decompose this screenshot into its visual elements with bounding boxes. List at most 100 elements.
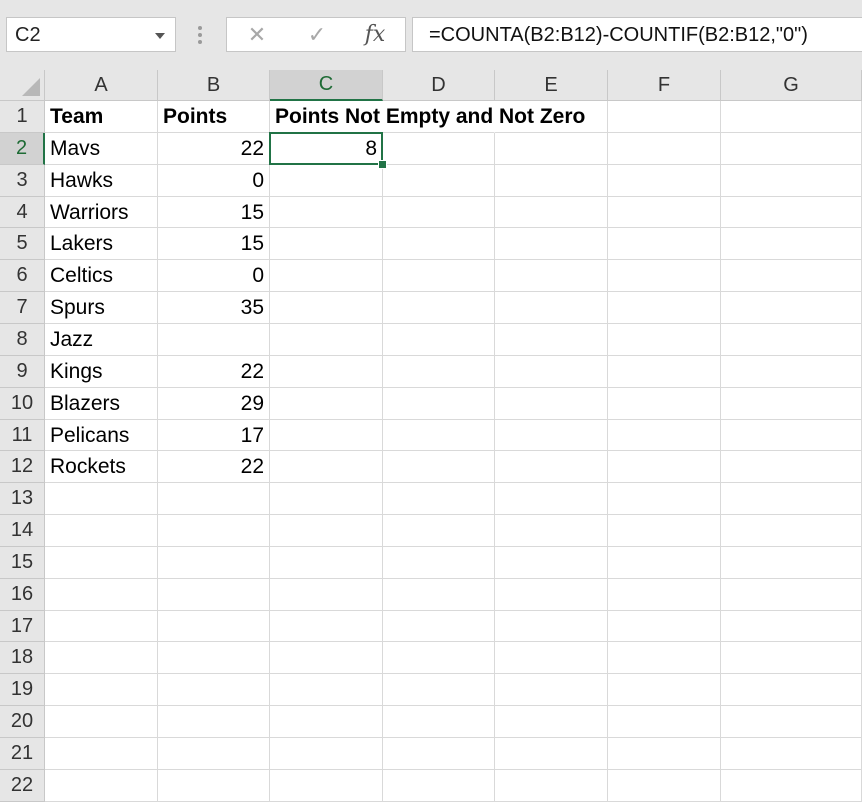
cell-e20[interactable] [495,706,608,738]
cell-f5[interactable] [608,228,721,260]
cell-g5[interactable] [721,228,862,260]
cell-b20[interactable] [158,706,270,738]
row-header-9[interactable]: 9 [0,356,45,388]
cell-c3[interactable] [270,165,383,197]
cell-b12[interactable]: 22 [158,451,270,483]
cell-b18[interactable] [158,642,270,674]
cell-f4[interactable] [608,197,721,228]
cell-c9[interactable] [270,356,383,388]
cell-d14[interactable] [383,515,495,547]
cell-e2[interactable] [495,133,608,165]
insert-function-button[interactable]: fx [353,18,397,51]
cell-c13[interactable] [270,483,383,515]
cell-g7[interactable] [721,292,862,324]
cell-c15[interactable] [270,547,383,579]
cell-b6[interactable]: 0 [158,260,270,292]
cell-b9[interactable]: 22 [158,356,270,388]
cell-g18[interactable] [721,642,862,674]
cell-b8[interactable] [158,324,270,356]
cell-c17[interactable] [270,611,383,642]
row-header-1[interactable]: 1 [0,101,45,133]
cell-d7[interactable] [383,292,495,324]
cell-d13[interactable] [383,483,495,515]
cell-d17[interactable] [383,611,495,642]
cell-c22[interactable] [270,770,383,802]
cell-g20[interactable] [721,706,862,738]
cell-g17[interactable] [721,611,862,642]
cell-c1[interactable]: Points Not Empty and Not Zero [270,101,585,133]
cell-b4[interactable]: 15 [158,197,270,228]
cell-f19[interactable] [608,674,721,706]
cell-e9[interactable] [495,356,608,388]
cell-b17[interactable] [158,611,270,642]
cell-a21[interactable] [45,738,158,770]
cell-b19[interactable] [158,674,270,706]
cell-f2[interactable] [608,133,721,165]
cell-e14[interactable] [495,515,608,547]
cell-a14[interactable] [45,515,158,547]
row-header-13[interactable]: 13 [0,483,45,515]
cell-f10[interactable] [608,388,721,420]
cell-f15[interactable] [608,547,721,579]
row-header-17[interactable]: 17 [0,611,45,642]
cell-e15[interactable] [495,547,608,579]
cell-g21[interactable] [721,738,862,770]
cell-c19[interactable] [270,674,383,706]
cell-e11[interactable] [495,420,608,451]
cell-b11[interactable]: 17 [158,420,270,451]
cell-f22[interactable] [608,770,721,802]
cell-a18[interactable] [45,642,158,674]
cell-a8[interactable]: Jazz [45,324,158,356]
cell-d6[interactable] [383,260,495,292]
column-header-g[interactable]: G [721,70,862,101]
row-header-11[interactable]: 11 [0,420,45,451]
cell-g16[interactable] [721,579,862,611]
formula-input[interactable]: =COUNTA(B2:B12)-COUNTIF(B2:B12,"0") [412,17,862,52]
row-header-5[interactable]: 5 [0,228,45,260]
cell-c5[interactable] [270,228,383,260]
cell-g4[interactable] [721,197,862,228]
cell-c14[interactable] [270,515,383,547]
cell-g10[interactable] [721,388,862,420]
row-header-20[interactable]: 20 [0,706,45,738]
cell-b16[interactable] [158,579,270,611]
cell-d19[interactable] [383,674,495,706]
cell-a4[interactable]: Warriors [45,197,158,228]
cell-a16[interactable] [45,579,158,611]
cell-f13[interactable] [608,483,721,515]
cell-d21[interactable] [383,738,495,770]
cell-c4[interactable] [270,197,383,228]
cell-a22[interactable] [45,770,158,802]
fill-handle[interactable] [378,160,387,169]
cell-c2[interactable]: 8 [270,133,383,165]
row-header-3[interactable]: 3 [0,165,45,197]
cell-b1[interactable]: Points [158,101,270,133]
cell-d8[interactable] [383,324,495,356]
cell-b14[interactable] [158,515,270,547]
cell-c16[interactable] [270,579,383,611]
row-header-2[interactable]: 2 [0,133,45,165]
cell-e3[interactable] [495,165,608,197]
cell-b7[interactable]: 35 [158,292,270,324]
cell-e13[interactable] [495,483,608,515]
cell-f7[interactable] [608,292,721,324]
cell-d9[interactable] [383,356,495,388]
cell-g13[interactable] [721,483,862,515]
cell-b21[interactable] [158,738,270,770]
enter-button[interactable]: ✓ [295,18,339,51]
cell-f14[interactable] [608,515,721,547]
row-header-14[interactable]: 14 [0,515,45,547]
cell-a20[interactable] [45,706,158,738]
name-box[interactable]: C2 [6,17,176,52]
column-header-c[interactable]: C [270,70,383,101]
cell-f20[interactable] [608,706,721,738]
cell-g11[interactable] [721,420,862,451]
row-header-12[interactable]: 12 [0,451,45,483]
cell-c21[interactable] [270,738,383,770]
select-all-button[interactable] [0,70,45,101]
cell-d3[interactable] [383,165,495,197]
cell-g12[interactable] [721,451,862,483]
cell-a7[interactable]: Spurs [45,292,158,324]
cell-a15[interactable] [45,547,158,579]
row-header-18[interactable]: 18 [0,642,45,674]
